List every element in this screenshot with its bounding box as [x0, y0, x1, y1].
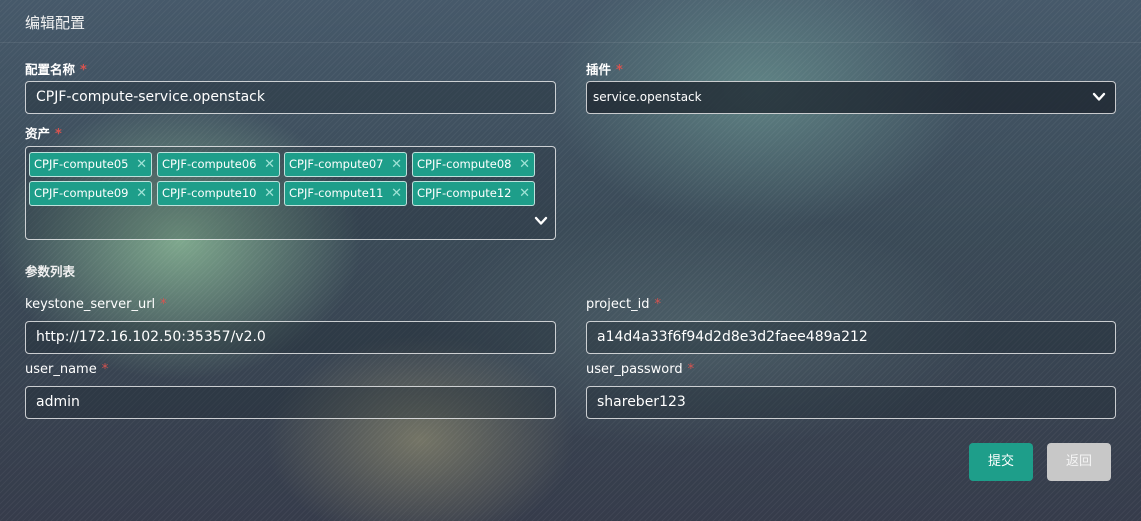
- required-mark: *: [654, 297, 661, 312]
- submit-button[interactable]: 提交: [969, 443, 1033, 481]
- plugin-label: 插件 *: [586, 59, 623, 78]
- user-password-label-text: user_password: [586, 362, 683, 377]
- asset-tag: CPJF-compute12 ✕: [412, 181, 535, 206]
- config-name-label: 配置名称 *: [25, 59, 87, 78]
- asset-tag-label: CPJF-compute12: [417, 186, 512, 200]
- close-icon[interactable]: ✕: [264, 153, 275, 176]
- plugin-selected-value: service.openstack: [593, 90, 702, 104]
- asset-tag: CPJF-compute05 ✕: [29, 152, 152, 177]
- keystone-server-url-label: keystone_server_url *: [25, 297, 167, 312]
- required-mark: *: [80, 63, 87, 78]
- required-mark: *: [55, 127, 62, 142]
- dialog-title: 编辑配置: [25, 14, 86, 32]
- keystone-server-url-value: http://172.16.102.50:35357/v2.0: [36, 329, 266, 345]
- close-icon[interactable]: ✕: [264, 182, 275, 205]
- assets-label-text: 资产: [25, 126, 51, 141]
- asset-tag: CPJF-compute06 ✕: [157, 152, 280, 177]
- params-section-title: 参数列表: [25, 264, 76, 279]
- keystone-server-url-label-text: keystone_server_url: [25, 297, 156, 312]
- chevron-down-icon[interactable]: [534, 214, 548, 228]
- asset-tag: CPJF-compute08 ✕: [412, 152, 535, 177]
- plugin-select[interactable]: service.openstack: [586, 81, 1116, 114]
- user-password-value: shareber123: [597, 394, 686, 410]
- user-name-value: admin: [36, 394, 80, 410]
- config-name-label-text: 配置名称: [25, 62, 76, 77]
- close-icon[interactable]: ✕: [136, 182, 147, 205]
- asset-tag-label: CPJF-compute07: [289, 157, 384, 171]
- asset-tag-label: CPJF-compute06: [162, 157, 257, 171]
- asset-tag-label: CPJF-compute08: [417, 157, 512, 171]
- user-password-label: user_password *: [586, 362, 694, 377]
- asset-tag-label: CPJF-compute10: [162, 186, 257, 200]
- asset-tag: CPJF-compute11 ✕: [284, 181, 407, 206]
- close-icon[interactable]: ✕: [519, 182, 530, 205]
- project-id-value: a14d4a33f6f94d2d8e3d2faee489a212: [597, 329, 868, 345]
- chevron-down-icon[interactable]: [1092, 90, 1106, 104]
- assets-label: 资产 *: [25, 123, 62, 142]
- user-name-input[interactable]: admin: [25, 386, 556, 419]
- assets-multiselect[interactable]: CPJF-compute05 ✕ CPJF-compute06 ✕ CPJF-com…: [25, 146, 556, 240]
- close-icon[interactable]: ✕: [391, 182, 402, 205]
- config-name-input[interactable]: CPJF-compute-service.openstack: [25, 81, 556, 114]
- plugin-label-text: 插件: [586, 62, 612, 77]
- asset-tag-label: CPJF-compute09: [34, 186, 129, 200]
- asset-tag: CPJF-compute09 ✕: [29, 181, 152, 206]
- back-button[interactable]: 返回: [1047, 443, 1111, 481]
- keystone-server-url-input[interactable]: http://172.16.102.50:35357/v2.0: [25, 321, 556, 354]
- close-icon[interactable]: ✕: [391, 153, 402, 176]
- asset-tag: CPJF-compute10 ✕: [157, 181, 280, 206]
- asset-tag: CPJF-compute07 ✕: [284, 152, 407, 177]
- user-name-label-text: user_name: [25, 362, 97, 377]
- asset-tag-label: CPJF-compute05: [34, 157, 129, 171]
- project-id-label-text: project_id: [586, 297, 650, 312]
- close-icon[interactable]: ✕: [136, 153, 147, 176]
- config-name-value: CPJF-compute-service.openstack: [36, 89, 265, 105]
- required-mark: *: [160, 297, 167, 312]
- required-mark: *: [616, 63, 623, 78]
- required-mark: *: [687, 362, 695, 377]
- required-mark: *: [101, 362, 109, 377]
- dialog-header: 编辑配置: [0, 0, 1141, 43]
- project-id-input[interactable]: a14d4a33f6f94d2d8e3d2faee489a212: [586, 321, 1116, 354]
- asset-tag-label: CPJF-compute11: [289, 186, 384, 200]
- user-name-label: user_name *: [25, 362, 108, 377]
- close-icon[interactable]: ✕: [519, 153, 530, 176]
- project-id-label: project_id *: [586, 297, 661, 312]
- user-password-input[interactable]: shareber123: [586, 386, 1116, 419]
